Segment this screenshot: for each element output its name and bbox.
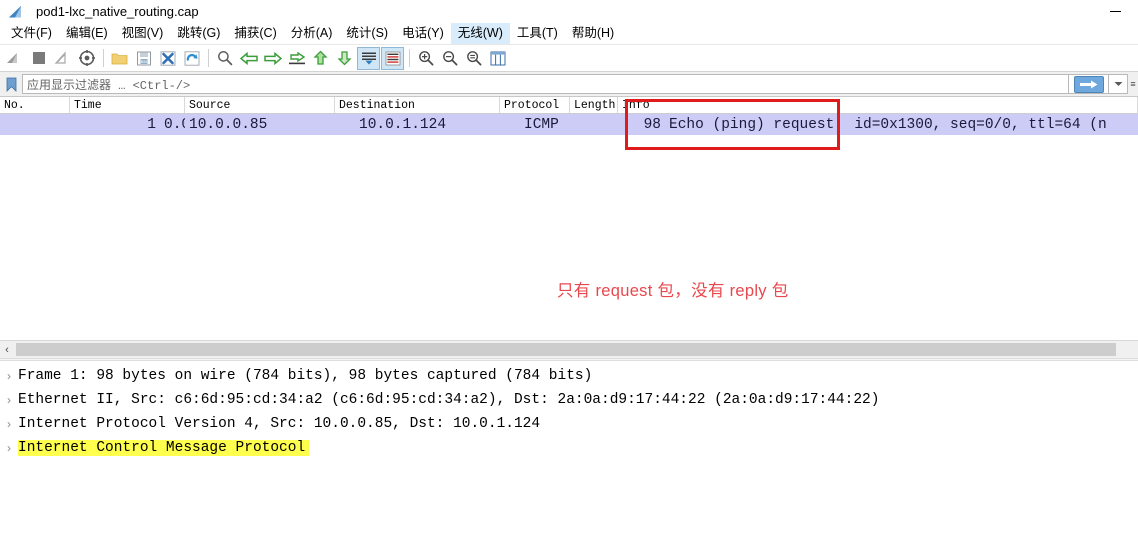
zoom-out-icon[interactable] — [438, 47, 461, 70]
svg-text:BIN: BIN — [140, 59, 147, 64]
packet-protocol: ICMP — [524, 116, 559, 133]
menu-help[interactable]: 帮助(H) — [565, 23, 621, 44]
go-forward-icon[interactable] — [261, 47, 284, 70]
menu-view[interactable]: 视图(V) — [115, 23, 171, 44]
zoom-in-icon[interactable] — [414, 47, 437, 70]
zoom-reset-icon[interactable] — [462, 47, 485, 70]
menu-edit[interactable]: 编辑(E) — [59, 23, 115, 44]
detail-row-ipv4[interactable]: › Internet Protocol Version 4, Src: 10.0… — [0, 412, 1138, 436]
scrollbar-track[interactable] — [14, 343, 1138, 356]
detail-row-ipv4-label: Internet Protocol Version 4, Src: 10.0.0… — [18, 416, 541, 432]
menu-bar: 文件(F) 编辑(E) 视图(V) 跳转(G) 捕获(C) 分析(A) 统计(S… — [0, 23, 1138, 45]
filter-bookmark-icon[interactable] — [0, 74, 22, 94]
menu-statistics[interactable]: 统计(S) — [339, 23, 395, 44]
menu-capture[interactable]: 捕获(C) — [227, 23, 283, 44]
packet-time: 0.000000 — [164, 116, 185, 133]
packet-list[interactable]: No. Time Source Destination Protocol Len… — [0, 97, 1138, 340]
detail-row-frame-label: Frame 1: 98 bytes on wire (784 bits), 98… — [18, 368, 593, 384]
filter-history-dropdown[interactable] — [1109, 74, 1128, 94]
filter-placeholder-text: 应用显示过滤器 … <Ctrl-/> — [27, 78, 191, 93]
open-file-icon[interactable] — [108, 47, 131, 70]
chevron-right-icon[interactable]: › — [0, 417, 18, 431]
packet-info-detail: id=0x1300, seq=0/0, ttl=64 (n — [854, 116, 1107, 133]
packet-list-empty-area[interactable] — [0, 135, 1138, 340]
display-filter-bar: 应用显示过滤器 … <Ctrl-/> ≡ — [0, 72, 1138, 97]
colorize-packets-icon[interactable] — [381, 46, 404, 70]
go-first-packet-icon[interactable] — [309, 47, 332, 70]
save-file-icon[interactable]: BIN — [132, 47, 155, 70]
detail-row-ethernet[interactable]: › Ethernet II, Src: c6:6d:95:cd:34:a2 (c… — [0, 388, 1138, 412]
packet-destination: 10.0.1.124 — [359, 116, 447, 133]
filter-bar-overflow: ≡ — [1128, 74, 1138, 94]
annotation-note: 只有 request 包，没有 reply 包 — [557, 282, 789, 300]
column-header-destination[interactable]: Destination — [335, 97, 500, 113]
apply-filter-button[interactable] — [1069, 74, 1109, 94]
chevron-right-icon[interactable]: › — [0, 369, 18, 383]
detail-row-icmp-label: Internet Control Message Protocol — [18, 440, 310, 456]
go-to-packet-icon[interactable] — [285, 47, 308, 70]
chevron-left-icon[interactable]: ‹ — [0, 342, 14, 358]
table-row[interactable]: 1 0.000000 10.0.0.85 10.0.1.124 ICMP 98 … — [0, 114, 1138, 135]
resize-columns-icon[interactable] — [486, 47, 509, 70]
column-header-info[interactable]: Info — [618, 97, 1138, 113]
packet-length: 98 — [643, 116, 661, 133]
go-back-icon[interactable] — [237, 47, 260, 70]
scrollbar-thumb[interactable] — [16, 343, 1116, 356]
column-header-protocol[interactable]: Protocol — [500, 97, 570, 113]
packet-list-header[interactable]: No. Time Source Destination Protocol Len… — [0, 97, 1138, 114]
chevron-right-icon[interactable]: › — [0, 393, 18, 407]
wireshark-fin-icon — [8, 5, 30, 19]
packet-details-pane[interactable]: › Frame 1: 98 bytes on wire (784 bits), … — [0, 361, 1138, 460]
toolbar-separator — [103, 49, 104, 67]
chevron-right-icon[interactable]: › — [0, 441, 18, 455]
start-capture-icon[interactable] — [3, 47, 26, 70]
find-packet-icon[interactable] — [213, 47, 236, 70]
menu-go[interactable]: 跳转(G) — [170, 23, 227, 44]
reload-file-icon[interactable] — [180, 47, 203, 70]
chevron-down-icon — [1114, 82, 1122, 86]
restart-capture-icon[interactable] — [51, 47, 74, 70]
window-controls — [1092, 0, 1138, 23]
display-filter-input[interactable]: 应用显示过滤器 … <Ctrl-/> — [22, 74, 1069, 94]
auto-scroll-icon[interactable] — [357, 46, 380, 70]
main-toolbar: BIN — [0, 45, 1138, 72]
packet-list-horizontal-scrollbar[interactable]: ‹ — [0, 340, 1138, 358]
menu-tools[interactable]: 工具(T) — [510, 23, 565, 44]
packet-source: 10.0.0.85 — [189, 116, 268, 133]
packet-no: 1 — [147, 116, 156, 133]
window-title: pod1-lxc_native_routing.cap — [36, 4, 199, 19]
title-bar: pod1-lxc_native_routing.cap — [0, 0, 1138, 23]
column-header-length[interactable]: Length — [570, 97, 618, 113]
arrow-right-icon — [1073, 75, 1104, 93]
close-file-icon[interactable] — [156, 47, 179, 70]
detail-row-ethernet-label: Ethernet II, Src: c6:6d:95:cd:34:a2 (c6:… — [18, 392, 880, 408]
menu-wireless[interactable]: 无线(W) — [450, 23, 510, 44]
packet-info-primary: Echo (ping) request — [669, 116, 835, 133]
menu-file[interactable]: 文件(F) — [4, 23, 59, 44]
detail-row-frame[interactable]: › Frame 1: 98 bytes on wire (784 bits), … — [0, 364, 1138, 388]
minimize-button[interactable] — [1092, 0, 1138, 23]
column-header-source[interactable]: Source — [185, 97, 335, 113]
toolbar-separator — [409, 49, 410, 67]
menu-analyze[interactable]: 分析(A) — [284, 23, 340, 44]
capture-options-icon[interactable] — [75, 47, 98, 70]
column-header-time[interactable]: Time — [70, 97, 185, 113]
go-last-packet-icon[interactable] — [333, 47, 356, 70]
toolbar-separator — [208, 49, 209, 67]
packet-info: Echo (ping) request id=0x1300, seq=0/0, … — [665, 114, 1138, 135]
column-header-no[interactable]: No. — [0, 97, 70, 113]
minimize-icon — [1109, 11, 1121, 12]
stop-capture-icon[interactable] — [27, 47, 50, 70]
menu-telephony[interactable]: 电话(Y) — [395, 23, 451, 44]
detail-row-icmp[interactable]: › Internet Control Message Protocol — [0, 436, 1138, 460]
